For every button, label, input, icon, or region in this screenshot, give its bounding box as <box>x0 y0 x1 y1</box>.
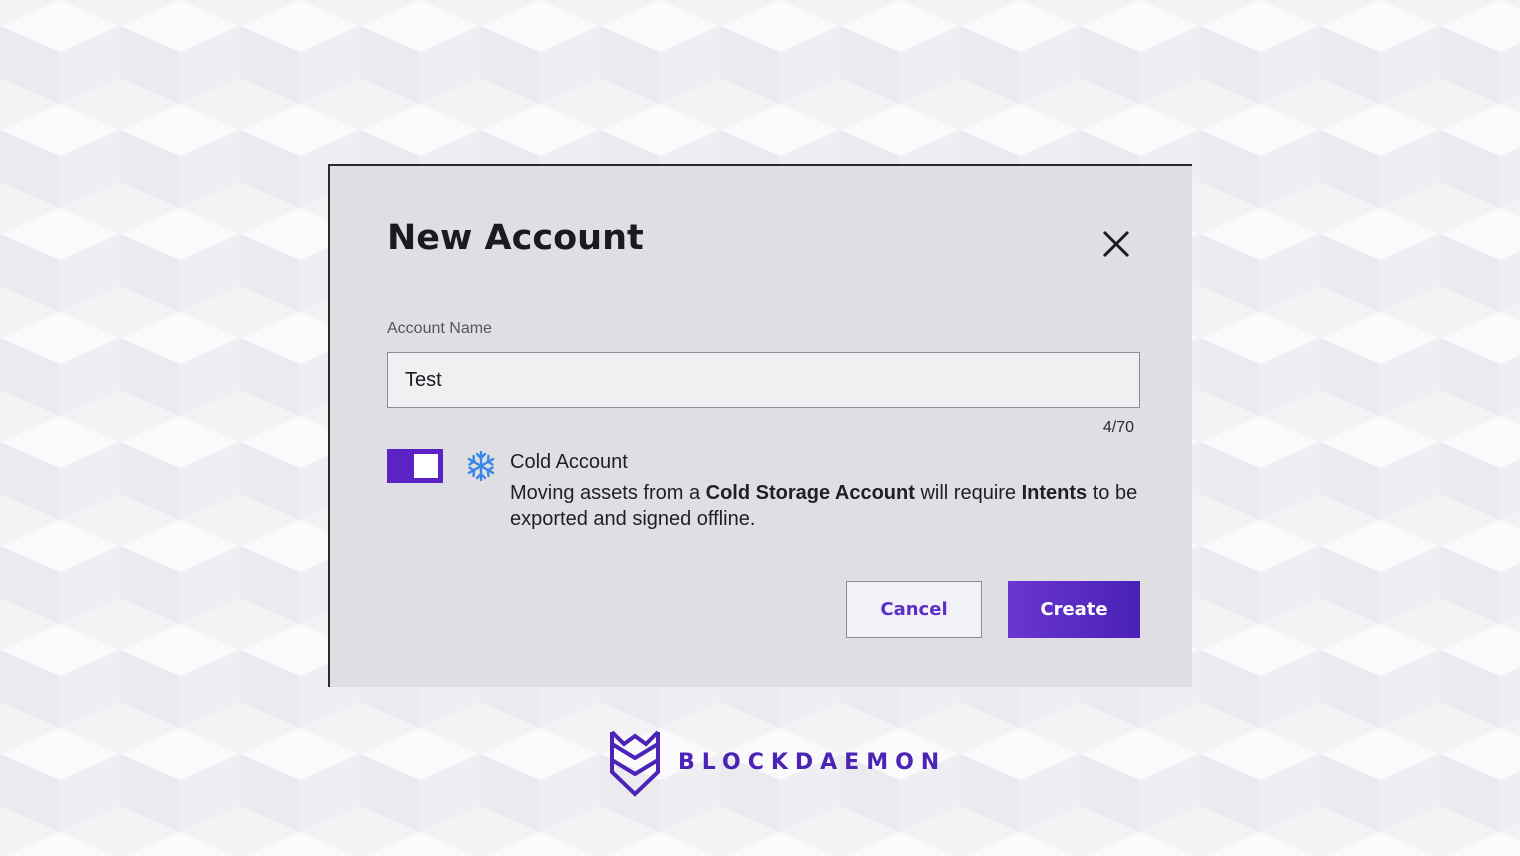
cold-account-toggle[interactable] <box>387 449 443 483</box>
cold-account-description: Moving assets from a Cold Storage Accoun… <box>510 480 1150 532</box>
description-prefix: Moving assets from a <box>510 482 706 504</box>
brand-logo: BLOCKDAEMON <box>608 730 939 800</box>
character-count: 4/70 <box>1102 419 1134 436</box>
dialog-title: New Account <box>387 218 644 258</box>
description-bold-cold-storage: Cold Storage Account <box>705 482 915 504</box>
cold-account-title: Cold Account <box>510 451 628 473</box>
brand-name: BLOCKDAEMON <box>678 750 947 775</box>
snowflake-icon <box>467 450 495 482</box>
new-account-dialog: New Account Account Name 4/70 <box>328 164 1192 687</box>
description-middle: will require <box>914 482 1022 504</box>
create-button[interactable]: Create <box>1008 581 1140 638</box>
cancel-button[interactable]: Cancel <box>846 581 982 638</box>
toggle-knob <box>414 454 438 478</box>
account-name-label: Account Name <box>387 320 492 337</box>
account-name-input[interactable] <box>387 352 1140 408</box>
close-icon <box>1102 230 1130 258</box>
close-button[interactable] <box>1098 226 1134 262</box>
page: New Account Account Name 4/70 <box>0 0 1520 856</box>
blockdaemon-logo-icon <box>610 730 660 797</box>
description-bold-intents: Intents <box>1021 482 1088 504</box>
